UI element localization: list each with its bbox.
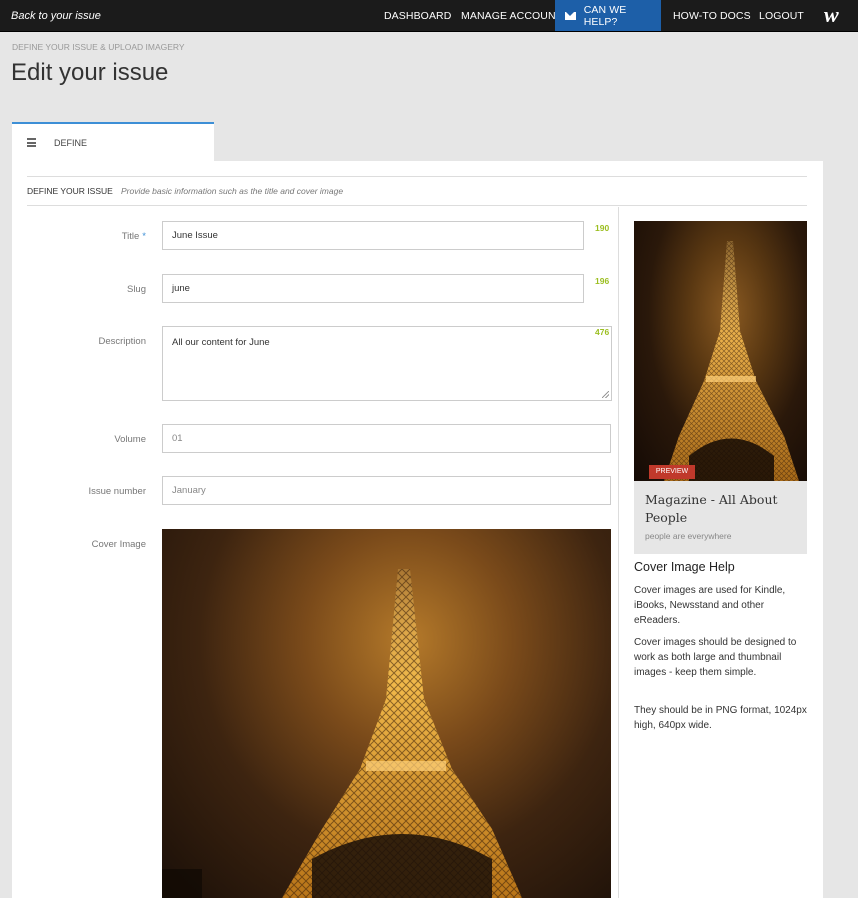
section-description: Provide basic information such as the ti… — [121, 186, 344, 196]
cover-thumbnail — [634, 221, 807, 481]
nav-how-to-docs[interactable]: HOW-TO DOCS — [673, 0, 751, 31]
breadcrumb: DEFINE YOUR ISSUE & UPLOAD IMAGERY — [12, 42, 185, 52]
resize-handle-icon[interactable] — [602, 391, 609, 398]
cover-image-upload[interactable] — [162, 529, 611, 898]
description-char-count: 476 — [595, 327, 610, 337]
slug-char-count: 196 — [595, 276, 610, 286]
required-marker: * — [142, 231, 146, 242]
eiffel-tower-thumbnail — [664, 241, 799, 481]
nav-can-we-help[interactable]: CAN WE HELP? — [555, 0, 661, 31]
nav-logout[interactable]: LOGOUT — [759, 0, 804, 31]
title-char-count: 190 — [595, 223, 610, 233]
nav-manage-account[interactable]: MANAGE ACCOUNT — [461, 0, 562, 31]
help-paragraph-2: Cover images should be designed to work … — [634, 637, 797, 678]
help-paragraph-1: Cover images are used for Kindle, iBooks… — [634, 585, 786, 626]
magazine-preview-card: Magazine - All About People people are e… — [634, 481, 807, 554]
page-title: Edit your issue — [11, 59, 169, 86]
section-header: DEFINE YOUR ISSUE Provide basic informat… — [27, 176, 807, 206]
volume-label: Volume — [114, 434, 146, 445]
main-panel: DEFINE YOUR ISSUE Provide basic informat… — [12, 161, 823, 898]
mail-icon — [565, 11, 576, 20]
slug-input-value: june — [172, 283, 190, 294]
tab-define[interactable]: DEFINE — [12, 122, 214, 162]
title-input[interactable]: June Issue — [162, 221, 584, 250]
brand-logo[interactable]: w — [824, 3, 839, 27]
nav-help-label: CAN WE HELP? — [583, 3, 627, 28]
issue-number-input[interactable]: January — [162, 476, 611, 505]
help-title: Cover Image Help — [634, 560, 735, 574]
slug-input[interactable]: june — [162, 274, 584, 303]
back-to-issue-link[interactable]: Back to your issue — [11, 10, 101, 22]
eiffel-tower-image — [162, 569, 522, 898]
description-textarea[interactable]: All our content for June — [162, 326, 612, 401]
list-icon — [27, 138, 36, 147]
column-divider — [618, 207, 619, 898]
cover-image-label: Cover Image — [91, 539, 146, 550]
help-paragraph-3: They should be in PNG format, 1024px hig… — [634, 705, 807, 731]
issue-number-label: Issue number — [88, 486, 146, 497]
issue-number-placeholder: January — [172, 485, 206, 496]
section-title: DEFINE YOUR ISSUE — [27, 186, 113, 196]
title-label-text: Title — [121, 231, 140, 242]
magazine-title: Magazine - All About People — [645, 492, 778, 525]
preview-badge[interactable]: PREVIEW — [649, 465, 695, 479]
description-value: All our content for June — [172, 337, 270, 348]
title-label: Title * — [12, 231, 146, 242]
tab-define-label: DEFINE — [54, 138, 88, 148]
magazine-subtitle: people are everywhere — [645, 531, 732, 541]
slug-label: Slug — [126, 284, 146, 295]
description-label: Description — [98, 336, 146, 347]
nav-dashboard[interactable]: DASHBOARD — [384, 0, 451, 31]
title-input-value: June Issue — [172, 230, 218, 241]
volume-placeholder: 01 — [172, 433, 183, 444]
top-nav-bar: Back to your issue DASHBOARD MANAGE ACCO… — [0, 0, 858, 32]
volume-input[interactable]: 01 — [162, 424, 611, 453]
